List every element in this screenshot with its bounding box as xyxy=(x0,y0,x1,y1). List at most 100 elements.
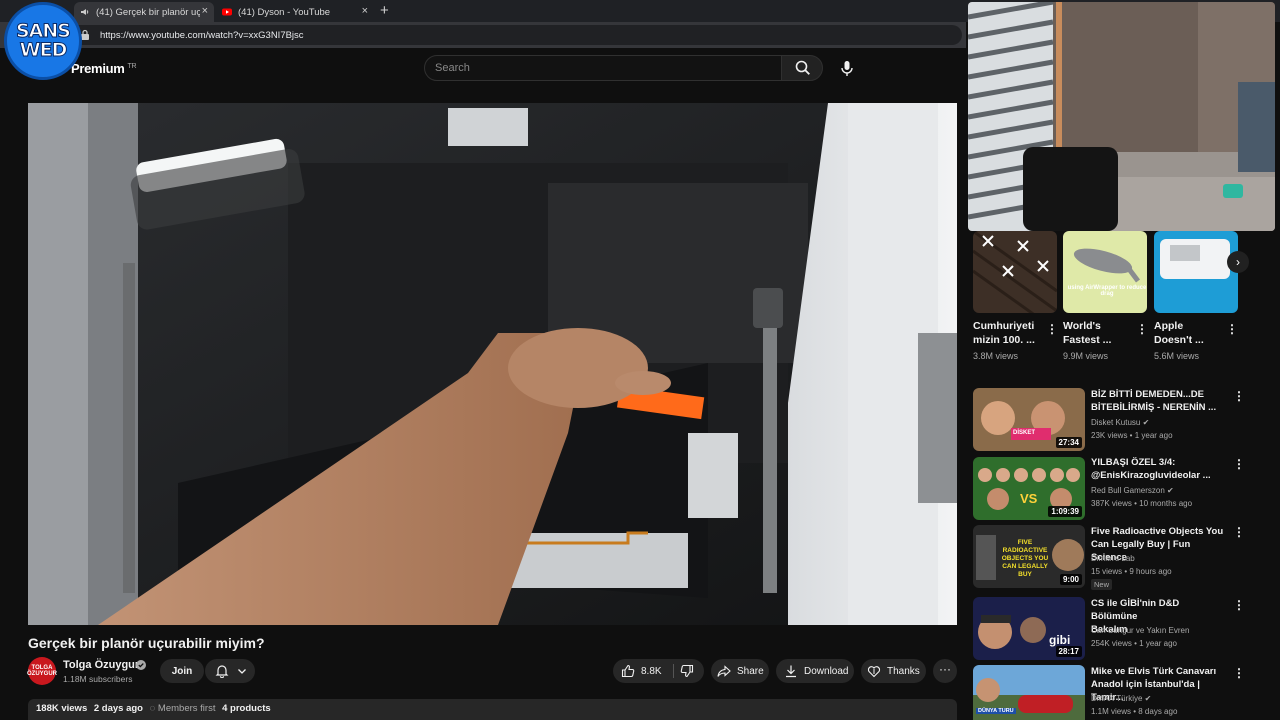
search-button[interactable] xyxy=(781,55,823,81)
channel-avatar[interactable]: TOLGA ÖZUYGUR xyxy=(27,657,57,685)
webcam-feed xyxy=(968,2,1275,231)
search-icon xyxy=(795,60,810,75)
title-line: Five Radioactive Objects You xyxy=(1091,526,1224,537)
members-first-icon: ◌ xyxy=(149,703,156,714)
more-options-icon[interactable]: ⋮ xyxy=(1233,389,1245,403)
more-options-icon[interactable]: ⋮ xyxy=(1136,322,1148,336)
more-options-icon[interactable]: ⋮ xyxy=(1233,525,1245,539)
youtube-icon xyxy=(222,7,232,17)
thumb-text: DİSKET xyxy=(1013,430,1036,436)
region-label: TR xyxy=(127,62,137,70)
short-title[interactable]: World's Fastest ... xyxy=(1063,319,1111,347)
more-actions-button[interactable]: ··· xyxy=(933,659,957,683)
title-line: CS ile GİBİ'nin D&D Bölümüne xyxy=(1091,598,1180,622)
more-options-icon[interactable]: ⋮ xyxy=(1233,457,1245,471)
dislike-button[interactable] xyxy=(674,659,704,683)
video-description-bar[interactable]: 188K views 2 days ago ◌ Members first 4 … xyxy=(28,699,957,720)
youtube-premium-logo[interactable]: Premium TR xyxy=(71,61,137,76)
short-thumb-caption: using AirWrapper to reduce drag xyxy=(1067,285,1147,297)
related-video-thumbnail[interactable]: VS 1:09:39 xyxy=(973,457,1085,520)
more-options-icon[interactable]: ⋮ xyxy=(1046,322,1058,336)
more-options-icon[interactable]: ⋮ xyxy=(1233,598,1245,612)
short-thumbnail[interactable] xyxy=(973,231,1057,313)
related-video-title[interactable]: YILBAŞI ÖZEL 3/4: @EnisKirazogluvideolar… xyxy=(1091,456,1226,482)
verified-icon: ✔ xyxy=(1144,694,1152,703)
related-channel-name[interactable]: DMAX Türkiye ✔ xyxy=(1091,694,1151,703)
thanks-button[interactable]: Thanks xyxy=(861,659,926,683)
related-channel-name[interactable]: Red Bull Gamerszon ✔ xyxy=(1091,486,1174,495)
url-field[interactable]: https://www.youtube.com/watch?v=xxG3NI7B… xyxy=(64,25,962,45)
short-title[interactable]: Cumhuriyeti mizin 100. ... xyxy=(973,319,1035,347)
address-bar: https://www.youtube.com/watch?v=xxG3NI7B… xyxy=(0,22,966,48)
chevron-right-icon[interactable]: › xyxy=(1227,251,1249,273)
video-duration: 28:17 xyxy=(1055,646,1082,657)
streamer-logo: SANS WED xyxy=(4,2,82,80)
short-title-line: mizin 100. ... xyxy=(973,334,1035,346)
short-title-line: Cumhuriyeti xyxy=(973,320,1035,332)
related-video-stats: 254K views • 1 year ago xyxy=(1091,639,1177,648)
related-channel-name[interactable]: Can Sungur ve Yakın Evren xyxy=(1091,626,1189,635)
logo-line-2: WED xyxy=(19,39,68,61)
chevron-down-icon xyxy=(238,669,246,674)
related-channel-name[interactable]: Disket Kutusu ✔ xyxy=(1091,418,1149,427)
browser-tab-active[interactable]: (41) Gerçek bir planör uçurab × xyxy=(74,2,214,22)
notifications-button[interactable] xyxy=(205,659,255,683)
related-video-stats: 15 views • 9 hours ago xyxy=(1091,567,1172,576)
short-thumbnail-image xyxy=(973,231,1057,313)
products-label[interactable]: 4 products xyxy=(222,703,271,714)
related-video-stats: 387K views • 10 months ago xyxy=(1091,499,1193,508)
join-button[interactable]: Join xyxy=(160,659,204,683)
upload-date: 2 days ago xyxy=(93,703,143,714)
related-channel-name[interactable]: Dimitri's Lab xyxy=(1091,554,1135,563)
short-title-line: World's xyxy=(1063,320,1101,332)
related-video-title[interactable]: BİZ BİTTİ DEMEDEN...DE BİTEBİLİRMİŞ - NE… xyxy=(1091,388,1226,414)
related-video-stats: 23K views • 1 year ago xyxy=(1091,431,1173,440)
more-options-icon[interactable]: ⋮ xyxy=(1233,666,1245,680)
short-views: 3.8M views xyxy=(973,351,1019,361)
related-video-thumbnail[interactable]: DİSKET 27:34 xyxy=(973,388,1085,451)
verified-icon: ✔ xyxy=(1142,418,1150,427)
heart-dollar-icon xyxy=(867,666,881,678)
like-dislike-group: 8.8K xyxy=(613,659,704,683)
thumb-text: FIVE RADIOACTIVE OBJECTS YOU CAN LEGALLY… xyxy=(1001,539,1049,578)
more-options-icon[interactable]: ⋮ xyxy=(1226,322,1238,336)
short-thumbnail[interactable] xyxy=(1154,231,1238,313)
avatar-text: TOLGA ÖZUYGUR xyxy=(27,665,57,677)
channel-name[interactable]: Tolga Özuygur xyxy=(63,659,139,671)
title-line: BİZ BİTTİ DEMEDEN...DE xyxy=(1091,389,1204,400)
search-input[interactable]: Search xyxy=(424,55,782,81)
video-duration: 9:00 xyxy=(1059,574,1082,585)
thumb-text: DÜNYA TURU xyxy=(976,708,1016,714)
verified-icon xyxy=(136,660,146,670)
new-badge: New xyxy=(1091,579,1113,590)
short-thumbnail[interactable]: using AirWrapper to reduce drag xyxy=(1063,231,1147,313)
youtube-header: Premium TR Search xyxy=(0,48,966,88)
share-button[interactable]: Share xyxy=(711,659,769,683)
close-icon[interactable]: × xyxy=(202,5,208,17)
video-frame xyxy=(28,103,957,625)
thanks-label: Thanks xyxy=(887,665,920,677)
webcam-overlay xyxy=(968,2,1275,231)
new-tab-button[interactable]: + xyxy=(380,2,389,19)
channel-label: Disket Kutusu xyxy=(1091,418,1141,427)
subscriber-count: 1.18M subscribers xyxy=(63,674,133,684)
short-title[interactable]: Apple Doesn't ... xyxy=(1154,319,1204,347)
tab-label: (41) Gerçek bir planör uçurab xyxy=(96,6,200,18)
download-button[interactable]: Download xyxy=(776,659,854,683)
related-video-thumbnail[interactable]: FIVE RADIOACTIVE OBJECTS YOU CAN LEGALLY… xyxy=(973,525,1085,588)
voice-search-button[interactable] xyxy=(836,57,858,79)
close-icon[interactable]: × xyxy=(362,5,368,17)
related-video-thumbnail[interactable]: DÜNYA TURU xyxy=(973,665,1085,720)
short-thumbnail-image xyxy=(1063,231,1147,313)
bell-icon xyxy=(215,665,229,678)
share-icon xyxy=(717,665,731,677)
video-title: Gerçek bir planör uçurabilir miyim? xyxy=(28,635,265,651)
related-video-thumbnail[interactable]: gibi 28:17 xyxy=(973,597,1085,660)
thumb-text: VS xyxy=(1020,491,1038,506)
video-player[interactable] xyxy=(28,103,957,625)
thumbs-up-icon xyxy=(621,664,635,678)
browser-tab[interactable]: (41) Dyson - YouTube × xyxy=(216,2,374,22)
short-views: 9.9M views xyxy=(1063,351,1109,361)
view-count: 188K views xyxy=(36,703,88,714)
like-button[interactable]: 8.8K xyxy=(613,659,673,683)
